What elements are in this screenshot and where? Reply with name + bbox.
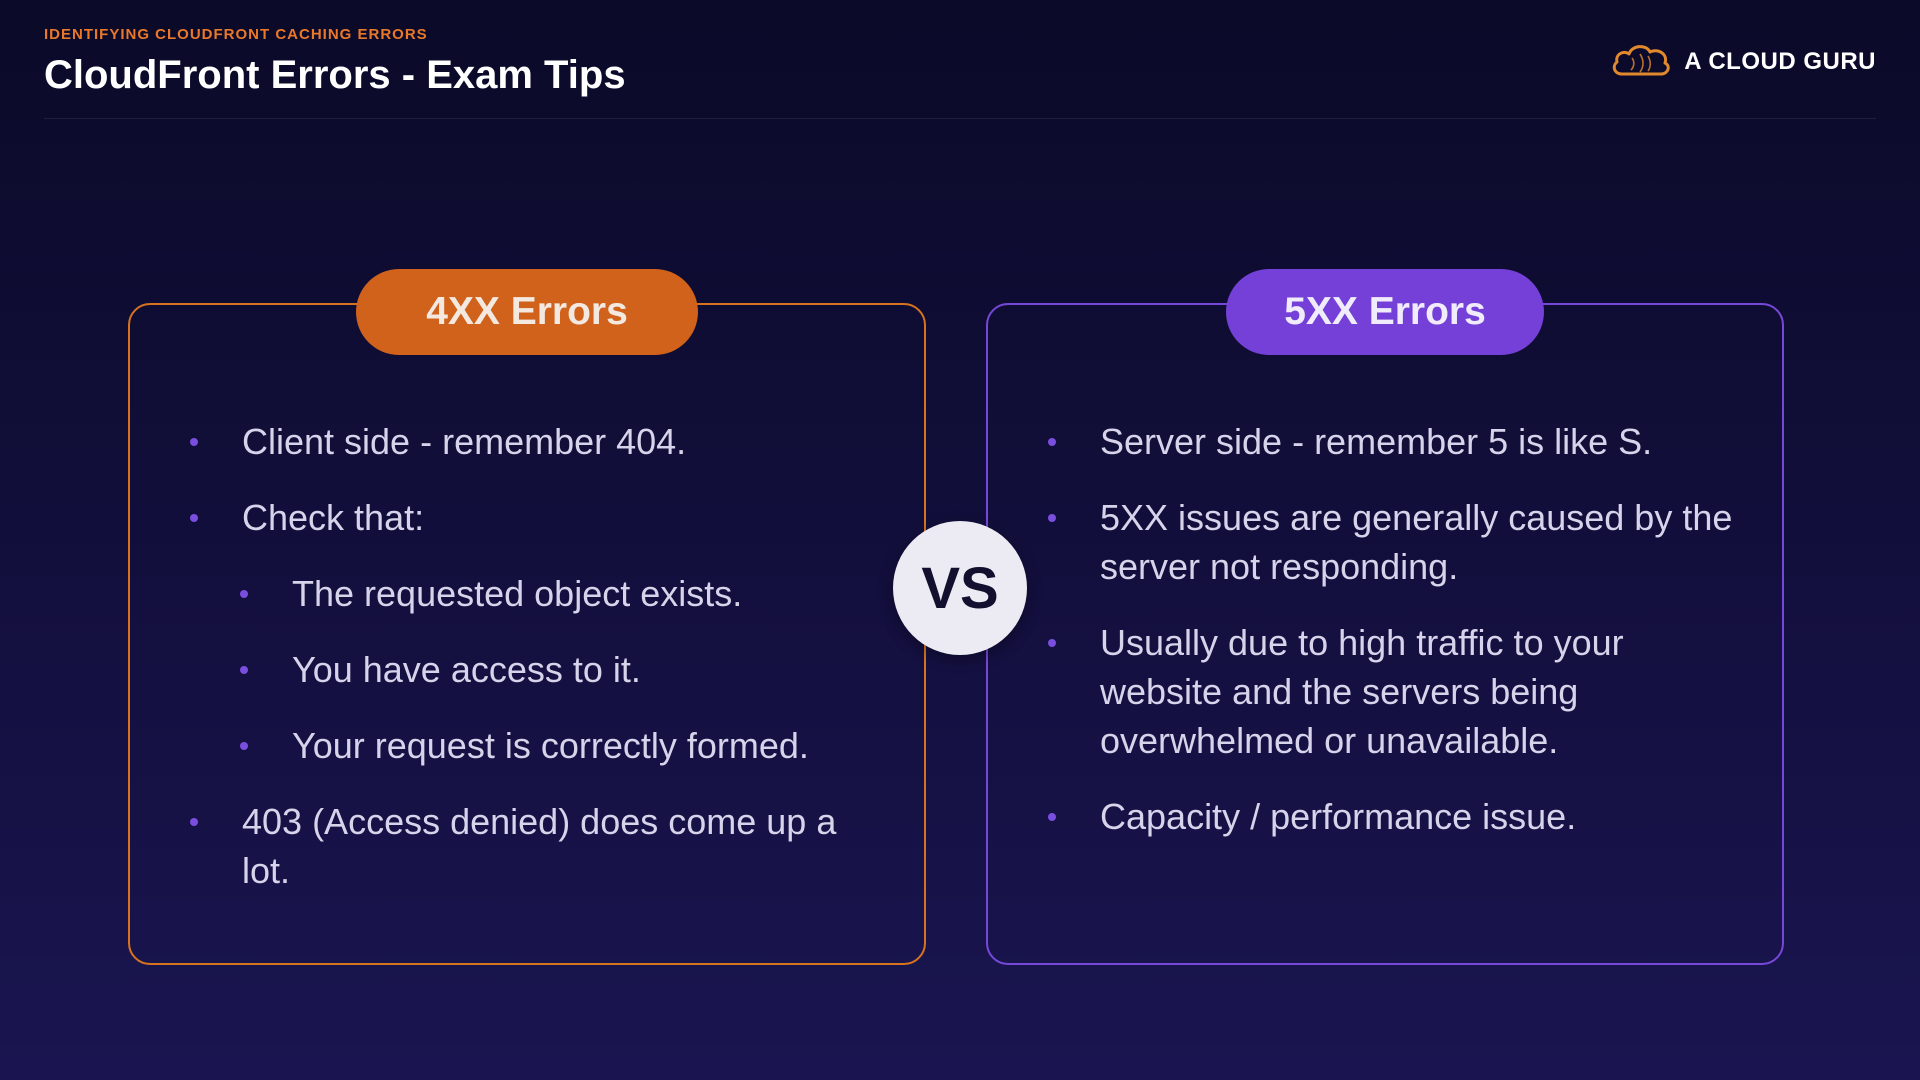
card-5xx-bullet-list: Server side - remember 5 is like S. 5XX …: [1048, 417, 1742, 868]
header-divider: [44, 118, 1876, 119]
bullet-dot-icon: [240, 742, 248, 750]
list-item: 5XX issues are generally caused by the s…: [1048, 493, 1742, 591]
list-item-text: 5XX issues are generally caused by the s…: [1100, 497, 1733, 587]
list-item-text: Client side - remember 404.: [242, 421, 687, 462]
list-item: Check that:: [190, 493, 884, 542]
list-item-text: Capacity / performance issue.: [1100, 796, 1577, 837]
bullet-dot-icon: [1048, 813, 1056, 821]
card-4xx-errors: 4XX Errors Client side - remember 404. C…: [128, 269, 926, 965]
brand-logo: A CLOUD GURU: [1610, 40, 1876, 83]
list-item: Capacity / performance issue.: [1048, 792, 1742, 841]
card-5xx-errors: 5XX Errors Server side - remember 5 is l…: [986, 269, 1784, 965]
list-item-text: The requested object exists.: [292, 573, 743, 614]
list-item: Client side - remember 404.: [190, 417, 884, 466]
sub-list-item: Your request is correctly formed.: [190, 721, 884, 770]
sub-list-item: You have access to it.: [190, 645, 884, 694]
vs-badge: VS: [893, 521, 1027, 655]
list-item-text: Usually due to high traffic to your webs…: [1100, 622, 1624, 761]
list-item: Server side - remember 5 is like S.: [1048, 417, 1742, 466]
brand-name: A CLOUD GURU: [1684, 47, 1876, 75]
bullet-dot-icon: [190, 438, 198, 446]
card-4xx-title: 4XX Errors: [356, 269, 698, 355]
slide-header: IDENTIFYING CLOUDFRONT CACHING ERRORS Cl…: [44, 26, 626, 98]
bullet-dot-icon: [1048, 639, 1056, 647]
list-item-text: You have access to it.: [292, 649, 641, 690]
list-item: 403 (Access denied) does come up a lot.: [190, 797, 884, 895]
bullet-dot-icon: [1048, 514, 1056, 522]
card-4xx-bullet-list: Client side - remember 404. Check that: …: [190, 417, 884, 922]
list-item-text: Check that:: [242, 497, 425, 538]
bullet-dot-icon: [190, 514, 198, 522]
cloud-logo-icon: [1610, 40, 1672, 83]
bullet-dot-icon: [240, 590, 248, 598]
list-item-text: 403 (Access denied) does come up a lot.: [242, 801, 837, 891]
slide-title: CloudFront Errors - Exam Tips: [44, 53, 626, 97]
list-item-text: Server side - remember 5 is like S.: [1100, 421, 1653, 462]
slide-eyebrow: IDENTIFYING CLOUDFRONT CACHING ERRORS: [44, 26, 428, 43]
bullet-dot-icon: [1048, 438, 1056, 446]
card-5xx-title: 5XX Errors: [1226, 269, 1544, 355]
sub-list-item: The requested object exists.: [190, 569, 884, 618]
list-item: Usually due to high traffic to your webs…: [1048, 618, 1742, 765]
list-item-text: Your request is correctly formed.: [292, 725, 809, 766]
bullet-dot-icon: [190, 818, 198, 826]
bullet-dot-icon: [240, 666, 248, 674]
